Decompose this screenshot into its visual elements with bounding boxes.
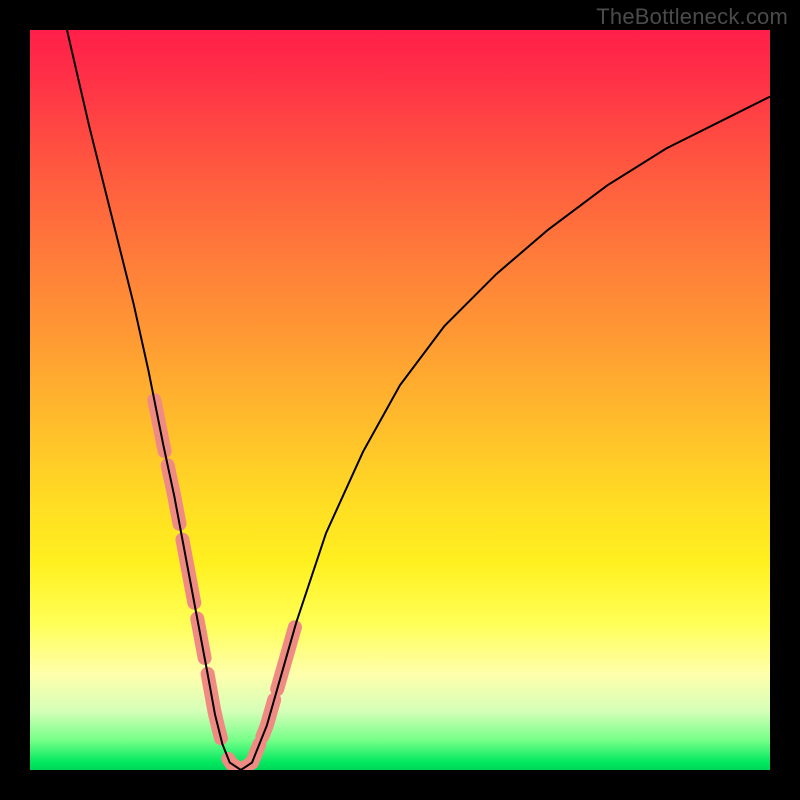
plot-area	[30, 30, 770, 770]
watermark-text: TheBottleneck.com	[596, 4, 788, 30]
curve-svg	[30, 30, 770, 770]
marker-group	[154, 400, 295, 769]
bottleneck-curve	[67, 30, 770, 770]
chart-frame: TheBottleneck.com	[0, 0, 800, 800]
